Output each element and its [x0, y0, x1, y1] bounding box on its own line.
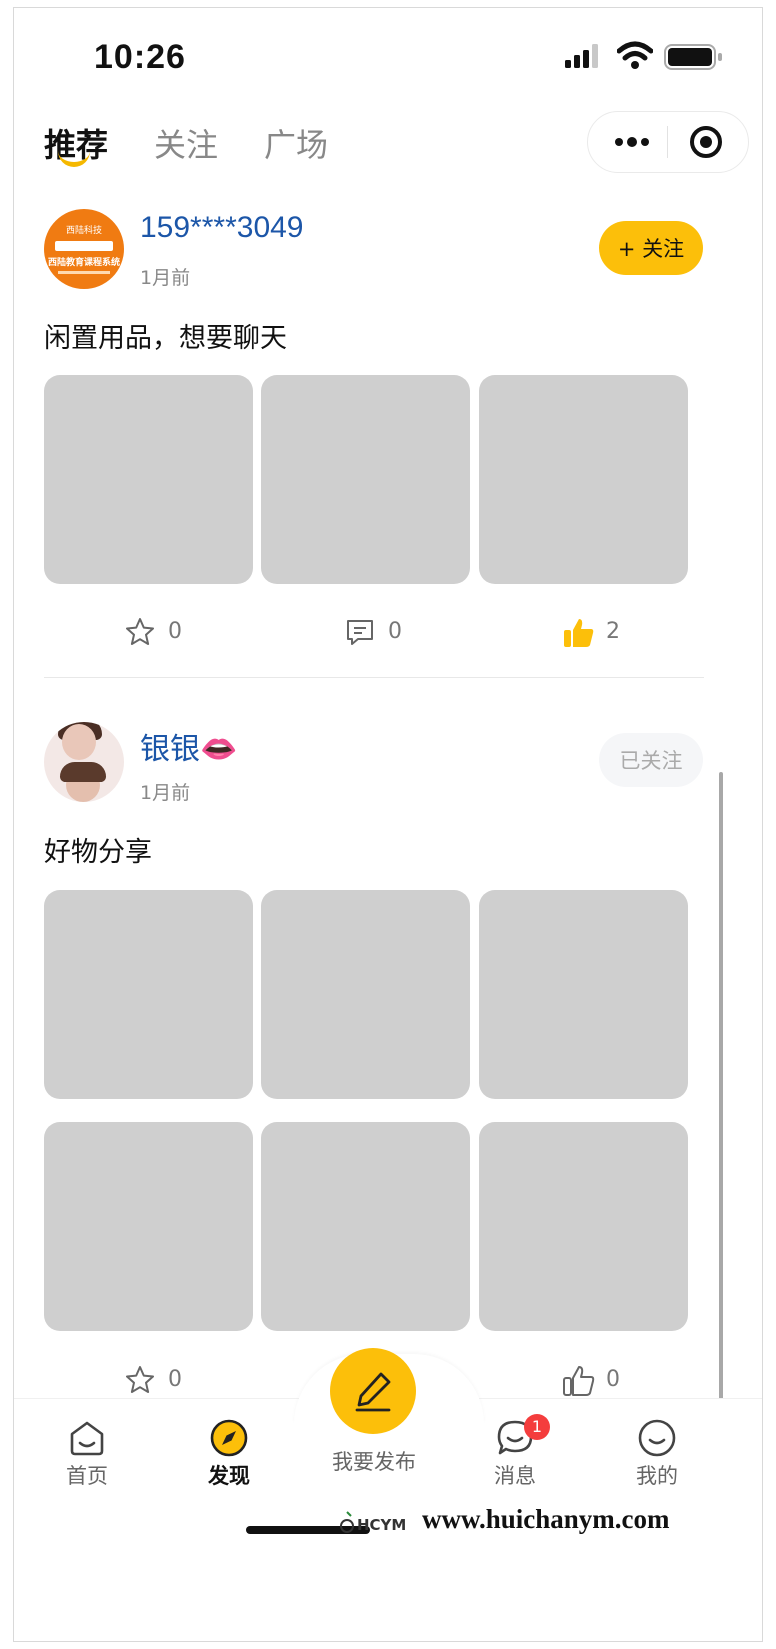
- avatar-line: [58, 271, 110, 274]
- like-count: 0: [606, 1367, 620, 1392]
- post-image[interactable]: [261, 375, 470, 584]
- profile-icon: [638, 1419, 676, 1457]
- battery-icon: [664, 44, 722, 70]
- favorite-count: 0: [168, 619, 182, 644]
- comment-icon: [347, 620, 373, 645]
- follow-button[interactable]: + 关注: [599, 221, 703, 275]
- nav-discover-label: 发现: [208, 1464, 250, 1488]
- post-image[interactable]: [261, 1122, 470, 1331]
- tab-following[interactable]: 关注: [154, 120, 218, 166]
- miniprogram-capsule: [587, 111, 749, 173]
- username[interactable]: 银银👄: [140, 724, 237, 768]
- pencil-icon: [355, 1372, 391, 1412]
- post-image[interactable]: [44, 375, 253, 584]
- username[interactable]: 159****3049: [140, 211, 304, 245]
- publish-button[interactable]: [330, 1348, 416, 1434]
- comment-count: 0: [388, 619, 402, 644]
- nav-profile-label: 我的: [636, 1464, 678, 1488]
- star-icon: [126, 1366, 154, 1393]
- wifi-icon: [617, 41, 653, 69]
- status-bar: 10:26: [14, 8, 762, 108]
- compass-icon: [210, 1419, 248, 1457]
- capsule-divider: [667, 126, 668, 158]
- publish-label[interactable]: 我要发布: [304, 1446, 444, 1476]
- avatar-logo-text: 西陆科技: [65, 226, 102, 236]
- avatar-title-text: 西陆教育课程系统: [47, 258, 120, 268]
- post-divider: [44, 677, 704, 678]
- home-icon: [70, 1421, 104, 1456]
- post-image[interactable]: [479, 890, 688, 1099]
- close-miniprogram-icon[interactable]: [688, 124, 724, 160]
- avatar-banner: [55, 241, 113, 251]
- svg-text:HCYM: HCYM: [357, 1516, 406, 1534]
- post-image[interactable]: [261, 890, 470, 1099]
- favorite-count: 0: [168, 1367, 182, 1392]
- nav-profile[interactable]: 我的: [602, 1418, 712, 1490]
- post-image[interactable]: [44, 890, 253, 1099]
- nav-home[interactable]: 首页: [32, 1418, 142, 1490]
- avatar-photo: [60, 762, 106, 782]
- nav-discover[interactable]: 发现: [174, 1418, 284, 1490]
- post-image[interactable]: [479, 1122, 688, 1331]
- avatar[interactable]: 西陆科技 西陆教育课程系统: [44, 209, 124, 289]
- tab-square[interactable]: 广场: [264, 120, 328, 166]
- more-icon[interactable]: [612, 125, 652, 159]
- nav-messages[interactable]: 1 消息: [460, 1414, 570, 1490]
- scrollbar[interactable]: [719, 772, 723, 1408]
- post-image[interactable]: [44, 1122, 253, 1331]
- watermark-logo: HCYM: [340, 1511, 406, 1534]
- thumbs-up-icon: [563, 1366, 595, 1396]
- post-text: 闲置用品，想要聊天: [44, 323, 287, 354]
- avatar[interactable]: [44, 722, 124, 802]
- thumbs-up-filled-icon: [564, 619, 594, 647]
- like-count: 2: [606, 619, 620, 644]
- watermark-url: www.huichanym.com: [422, 1504, 670, 1534]
- post-time: 1月前: [140, 782, 191, 804]
- cellular-signal-icon: [565, 44, 598, 68]
- phone-screen: 10:26 推荐 关注 广场 西陆科技 西陆教育课程系统 159****3049…: [14, 8, 762, 1641]
- avatar-photo: [62, 724, 96, 760]
- post-time: 1月前: [140, 267, 191, 289]
- star-icon: [126, 618, 154, 645]
- post-text: 好物分享: [44, 837, 152, 868]
- message-badge: 1: [524, 1414, 550, 1440]
- status-time: 10:26: [94, 38, 186, 76]
- post-image[interactable]: [479, 375, 688, 584]
- nav-messages-label: 消息: [494, 1464, 536, 1488]
- followed-button[interactable]: 已关注: [599, 733, 703, 787]
- nav-home-label: 首页: [66, 1464, 108, 1488]
